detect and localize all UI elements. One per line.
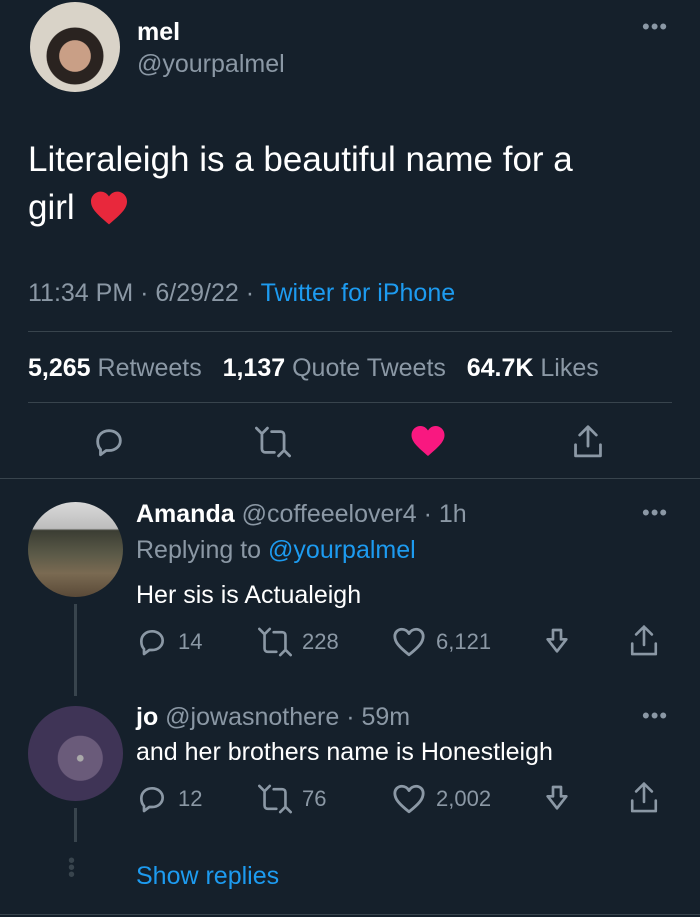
heart-icon: [393, 627, 425, 657]
reply-retweet-button[interactable]: 228: [258, 626, 339, 658]
reply-text: and her brothers name is Honestleigh: [136, 738, 553, 766]
retweet-icon: [258, 627, 292, 657]
tweet-date: 6/29/22: [155, 279, 239, 307]
like-button[interactable]: [410, 424, 446, 458]
retweet-count: 76: [302, 786, 327, 811]
reply-icon: [140, 630, 164, 656]
retweet-icon: [258, 784, 292, 814]
quote-tweets-stat[interactable]: 1,137 Quote Tweets: [223, 354, 446, 382]
tweet-meta: 11:34 PM · 6/29/22 · Twitter for iPhone: [28, 279, 456, 307]
vertical-dots-icon: • • •: [68, 850, 76, 886]
reply-retweet-button[interactable]: 76: [258, 783, 326, 815]
reply-download-button[interactable]: [541, 626, 573, 658]
tweet-text-line2: girl: [28, 188, 75, 227]
reply-author-name[interactable]: Amanda: [136, 500, 235, 528]
thread-line: [74, 808, 77, 842]
reply-avatar[interactable]: [28, 502, 123, 597]
retweet-button[interactable]: [255, 425, 291, 459]
retweet-icon: [255, 426, 291, 458]
divider: [0, 478, 700, 479]
reply-avatar[interactable]: [28, 706, 123, 801]
replying-to-handle-link[interactable]: @yourpalmel: [268, 536, 416, 564]
tweet-source-link[interactable]: Twitter for iPhone: [261, 279, 456, 307]
more-options-icon[interactable]: •••: [642, 14, 668, 40]
tweet-text: Literaleigh is a beautiful name for a gi…: [28, 136, 573, 232]
tweet-text-line2-wrap: girl: [28, 184, 573, 232]
reply-button[interactable]: [92, 425, 126, 459]
red-heart-emoji-icon: [90, 191, 127, 225]
thread-line: [74, 604, 77, 696]
divider: [28, 331, 672, 332]
heart-filled-icon: [411, 426, 445, 456]
download-arrow-icon: [546, 628, 568, 653]
share-icon: [630, 782, 658, 813]
reply-like-button[interactable]: 6,121: [392, 626, 491, 658]
reply-share-button[interactable]: [628, 624, 660, 658]
reply-time[interactable]: 1h: [439, 500, 467, 528]
like-count: 2,002: [436, 786, 492, 811]
reply-count: 12: [178, 786, 203, 811]
author-name[interactable]: mel: [137, 18, 180, 47]
replying-to: Replying to @yourpalmel: [136, 536, 416, 564]
reply-download-button[interactable]: [541, 783, 573, 815]
share-icon: [574, 425, 602, 458]
retweets-stat[interactable]: 5,265 Retweets: [28, 354, 202, 382]
reply-header: Amanda @coffeeelover4 · 1h: [136, 500, 467, 528]
more-options-icon[interactable]: •••: [642, 703, 668, 729]
reply-share-button[interactable]: [628, 781, 660, 815]
reply-icon: [96, 429, 122, 457]
reply-text: Her sis is Actualeigh: [136, 581, 362, 609]
tweet-stats: 5,265 Retweets 1,137 Quote Tweets 64.7K …: [28, 354, 599, 383]
divider: [28, 402, 672, 403]
more-options-icon[interactable]: •••: [642, 500, 668, 526]
like-count: 6,121: [436, 629, 492, 654]
retweet-count: 228: [302, 629, 339, 654]
likes-stat[interactable]: 64.7K Likes: [467, 354, 599, 382]
divider: [0, 914, 700, 915]
author-avatar[interactable]: [30, 2, 120, 92]
reply-reply-button[interactable]: 12: [136, 783, 202, 815]
reply-like-button[interactable]: 2,002: [392, 783, 491, 815]
heart-icon: [393, 784, 425, 814]
reply-header: jo @jowasnothere · 59m: [136, 703, 411, 731]
reply-count: 14: [178, 629, 203, 654]
share-icon: [630, 625, 658, 656]
tweet-time: 11:34 PM: [28, 279, 134, 307]
reply-author-name[interactable]: jo: [136, 703, 158, 731]
download-arrow-icon: [546, 785, 568, 810]
reply-time[interactable]: 59m: [362, 703, 411, 731]
tweet-text-line1: Literaleigh is a beautiful name for a: [28, 140, 573, 179]
reply-author-handle[interactable]: @coffeeelover4: [242, 500, 417, 528]
reply-reply-button[interactable]: 14: [136, 626, 202, 658]
show-replies-link[interactable]: Show replies: [136, 862, 279, 891]
reply-icon: [140, 787, 164, 813]
reply-author-handle[interactable]: @jowasnothere: [165, 703, 339, 731]
share-button[interactable]: [571, 424, 605, 460]
author-handle[interactable]: @yourpalmel: [137, 50, 285, 79]
